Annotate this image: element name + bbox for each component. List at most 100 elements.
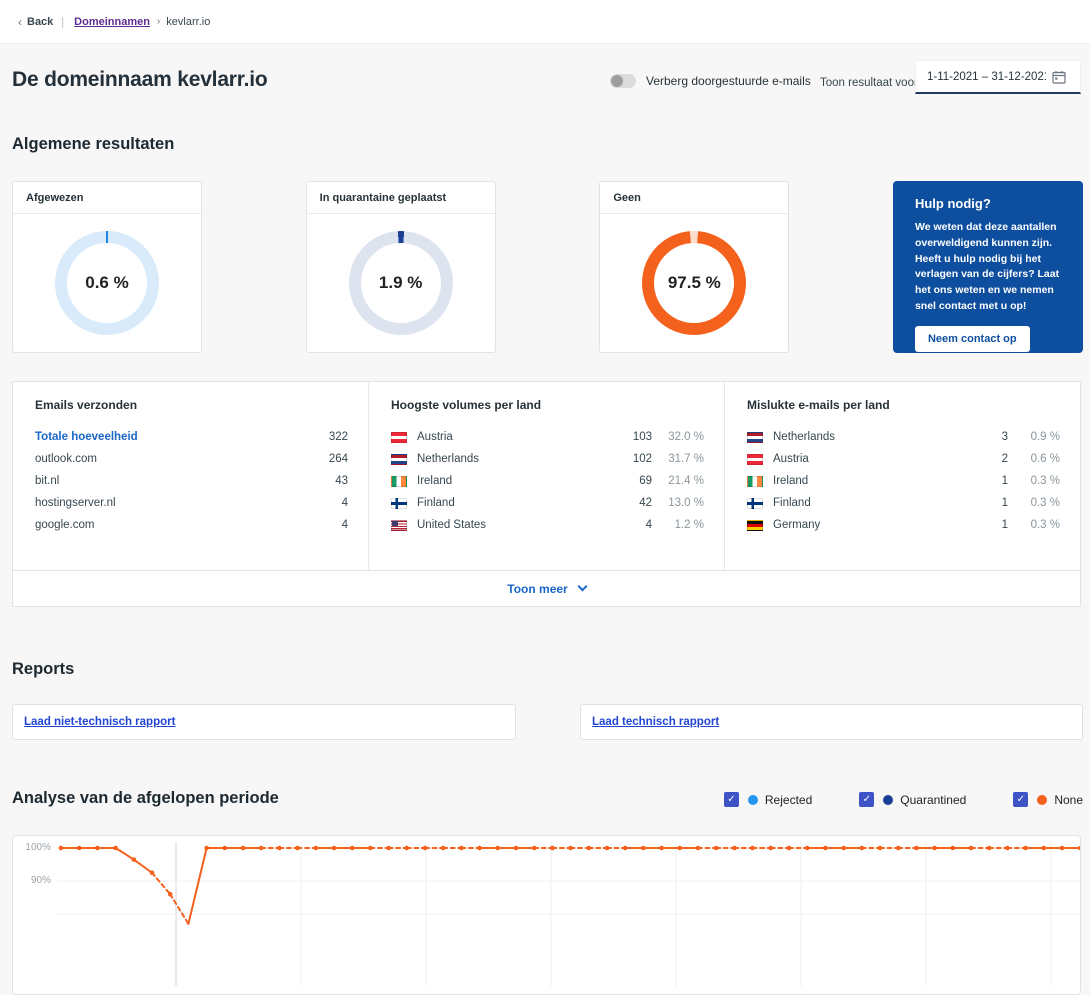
legend-label: None xyxy=(1054,793,1083,807)
back-button[interactable]: Back xyxy=(27,16,53,28)
ie-flag-icon xyxy=(391,476,407,487)
legend-dot-icon xyxy=(748,795,758,805)
sender-count-value: 4 xyxy=(342,497,348,509)
page-title: De domeinnaam kevlarr.io xyxy=(12,68,267,92)
at-flag-icon xyxy=(747,454,763,465)
toggle-label: Verberg doorgestuurde e-mails xyxy=(646,74,811,88)
at-flag-icon xyxy=(391,432,407,443)
stats-panel: Emails verzonden Totale hoeveelheid322ou… xyxy=(12,381,1081,607)
checkbox-rejected[interactable]: ✓ xyxy=(724,792,739,807)
country-label: Finland xyxy=(417,497,618,509)
table-row: Germany10.3 % xyxy=(747,514,1060,536)
country-count-value: 102 xyxy=(618,453,652,465)
failed-emails-title: Mislukte e-mails per land xyxy=(747,398,1060,412)
hide-forwarded-toggle[interactable] xyxy=(610,74,636,88)
table-row: Netherlands10231.7 % xyxy=(391,448,704,470)
load-technical-report-link[interactable]: Laad technisch rapport xyxy=(592,716,719,728)
table-row: Ireland10.3 % xyxy=(747,470,1060,492)
country-count-value: 4 xyxy=(618,519,652,531)
de-flag-icon xyxy=(747,520,763,531)
date-range-input[interactable] xyxy=(916,71,1046,83)
donut-wrap: 0.6 % xyxy=(13,214,201,352)
total-amount-link[interactable]: Totale hoeveelheid xyxy=(35,431,329,443)
legend-label: Rejected xyxy=(765,793,812,807)
country-count-value: 1 xyxy=(974,475,1008,487)
help-card: Hulp nodig? We weten dat deze aantallen … xyxy=(893,181,1083,353)
country-percent-value: 13.0 % xyxy=(652,497,704,509)
country-percent-value: 0.3 % xyxy=(1008,519,1060,531)
breadcrumb-separator: | xyxy=(61,16,64,28)
card-rejected: Afgewezen 0.6 % xyxy=(12,181,202,353)
checkbox-quarantined[interactable]: ✓ xyxy=(859,792,874,807)
report-card-technical: Laad technisch rapport xyxy=(580,704,1083,740)
table-row: Totale hoeveelheid322 xyxy=(35,426,348,448)
none-percentage: 97.5 % xyxy=(654,243,734,323)
sender-domain-label: bit.nl xyxy=(35,475,335,487)
country-count-value: 2 xyxy=(974,453,1008,465)
table-row: Ireland6921.4 % xyxy=(391,470,704,492)
date-range-picker[interactable] xyxy=(915,60,1081,94)
table-row: outlook.com264 xyxy=(35,448,348,470)
legend-item-quarantined: ✓ Quarantined xyxy=(859,792,966,807)
contact-button[interactable]: Neem contact op xyxy=(915,326,1030,352)
chevron-down-icon xyxy=(577,582,587,592)
toggle-knob xyxy=(611,75,623,87)
rejected-percentage: 0.6 % xyxy=(67,243,147,323)
nl-flag-icon xyxy=(391,454,407,465)
sender-count-value: 322 xyxy=(329,431,348,443)
sender-count-value: 264 xyxy=(329,453,348,465)
card-quarantined-title: In quarantaine geplaatst xyxy=(307,182,495,214)
table-row: hostingserver.nl4 xyxy=(35,492,348,514)
none-donut-chart: 97.5 % xyxy=(642,231,746,335)
quarantined-donut-chart: 1.9 % xyxy=(349,231,453,335)
table-row: Netherlands30.9 % xyxy=(747,426,1060,448)
calendar-icon[interactable] xyxy=(1052,70,1066,84)
country-percent-value: 0.6 % xyxy=(1008,453,1060,465)
country-percent-value: 32.0 % xyxy=(652,431,704,443)
trend-line-chart xyxy=(13,836,1080,986)
volumes-title: Hoogste volumes per land xyxy=(391,398,704,412)
help-card-title: Hulp nodig? xyxy=(915,196,1069,211)
section-heading-general: Algemene resultaten xyxy=(12,135,174,154)
country-label: Germany xyxy=(773,519,974,531)
card-none-title: Geen xyxy=(600,182,788,214)
donut-wrap: 1.9 % xyxy=(307,214,495,352)
show-more-button[interactable]: Toon meer xyxy=(507,582,585,596)
country-percent-value: 0.3 % xyxy=(1008,475,1060,487)
breadcrumb-chevron-icon: › xyxy=(157,16,160,27)
country-count-value: 42 xyxy=(618,497,652,509)
legend-dot-icon xyxy=(883,795,893,805)
card-none: Geen 97.5 % xyxy=(599,181,789,353)
table-row: google.com4 xyxy=(35,514,348,536)
country-percent-value: 1.2 % xyxy=(652,519,704,531)
section-heading-reports: Reports xyxy=(12,660,74,679)
legend-dot-icon xyxy=(1037,795,1047,805)
country-count-value: 1 xyxy=(974,519,1008,531)
country-label: Ireland xyxy=(773,475,974,487)
ie-flag-icon xyxy=(747,476,763,487)
trend-chart-card: 100% 90% xyxy=(12,835,1081,995)
emails-sent-title: Emails verzonden xyxy=(35,398,348,412)
nl-flag-icon xyxy=(747,432,763,443)
breadcrumb-link-domeinnamen[interactable]: Domeinnamen xyxy=(74,16,150,28)
table-row: Austria10332.0 % xyxy=(391,426,704,448)
section-heading-analysis: Analyse van de afgelopen periode xyxy=(12,789,279,808)
show-more-bar: Toon meer xyxy=(13,570,1080,606)
show-more-label: Toon meer xyxy=(507,582,567,596)
country-label: Netherlands xyxy=(773,431,974,443)
checkbox-none[interactable]: ✓ xyxy=(1013,792,1028,807)
country-count-value: 3 xyxy=(974,431,1008,443)
legend-label: Quarantined xyxy=(900,793,966,807)
load-nontechnical-report-link[interactable]: Laad niet-technisch rapport xyxy=(24,716,175,728)
card-quarantined: In quarantaine geplaatst 1.9 % xyxy=(306,181,496,353)
country-label: Austria xyxy=(773,453,974,465)
country-label: Finland xyxy=(773,497,974,509)
country-percent-value: 0.9 % xyxy=(1008,431,1060,443)
sender-domain-label: hostingserver.nl xyxy=(35,497,342,509)
fi-flag-icon xyxy=(747,498,763,509)
report-card-nontechnical: Laad niet-technisch rapport xyxy=(12,704,516,740)
country-label: United States xyxy=(417,519,618,531)
country-label: Austria xyxy=(417,431,618,443)
fi-flag-icon xyxy=(391,498,407,509)
result-cards-row: Afgewezen 0.6 % In quarantaine geplaatst… xyxy=(12,181,1083,353)
